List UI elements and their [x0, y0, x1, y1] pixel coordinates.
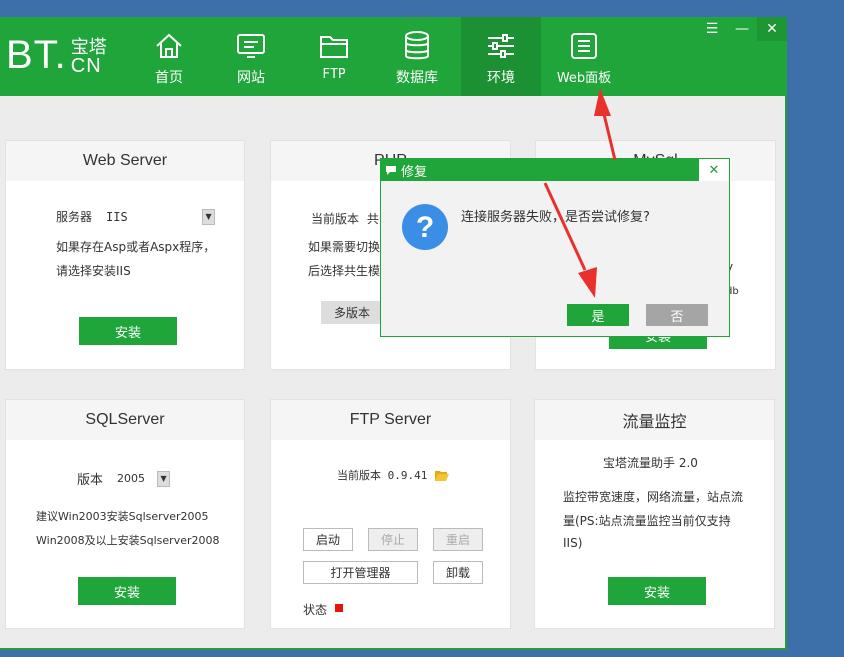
annotation-arrows [543, 88, 617, 298]
arrow-to-web-panel [594, 88, 617, 161]
arrow-to-yes-button [543, 182, 597, 298]
